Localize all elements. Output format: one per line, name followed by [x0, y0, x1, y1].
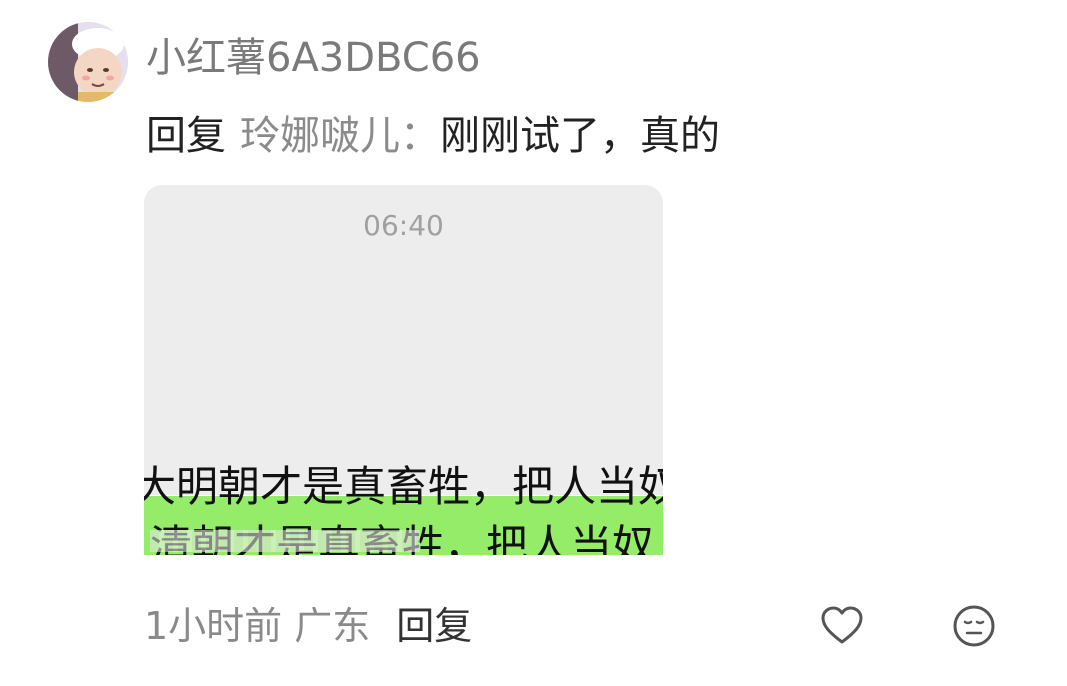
- heart-icon[interactable]: [818, 602, 866, 650]
- image-caption-text: 大明朝才是真畜牲，把人当奴: [144, 455, 663, 519]
- avatar[interactable]: [48, 22, 128, 102]
- blurred-text: [150, 530, 420, 552]
- reply-prefix: 回复: [146, 113, 226, 159]
- username[interactable]: 小红薯6A3DBC66: [146, 32, 481, 84]
- emoji-face-icon[interactable]: [950, 602, 998, 650]
- comment-body: 刚刚试了，真的: [440, 113, 720, 159]
- mention-colon: ：: [400, 113, 440, 159]
- chat-timestamp: 06:40: [363, 209, 444, 242]
- second-text: 大明朝才是真畜牲，把人当奴: [144, 462, 663, 511]
- mention-link[interactable]: 玲娜啵儿: [240, 113, 400, 159]
- comment-text-line: 回复 玲娜啵儿：刚刚试了，真的: [146, 108, 720, 164]
- comment-page: 小红薯6A3DBC66 回复玲娜啵儿：刚刚试了，真的 06:40 清朝才是真畜牲…: [0, 0, 1067, 686]
- time-ago: 1小时前: [144, 604, 283, 648]
- location: 广东: [294, 604, 371, 648]
- avatar-cartoon-icon: [48, 22, 128, 102]
- comment-meta: 1小时前 广东 回复: [144, 600, 472, 652]
- reply-button[interactable]: 回复: [396, 604, 472, 648]
